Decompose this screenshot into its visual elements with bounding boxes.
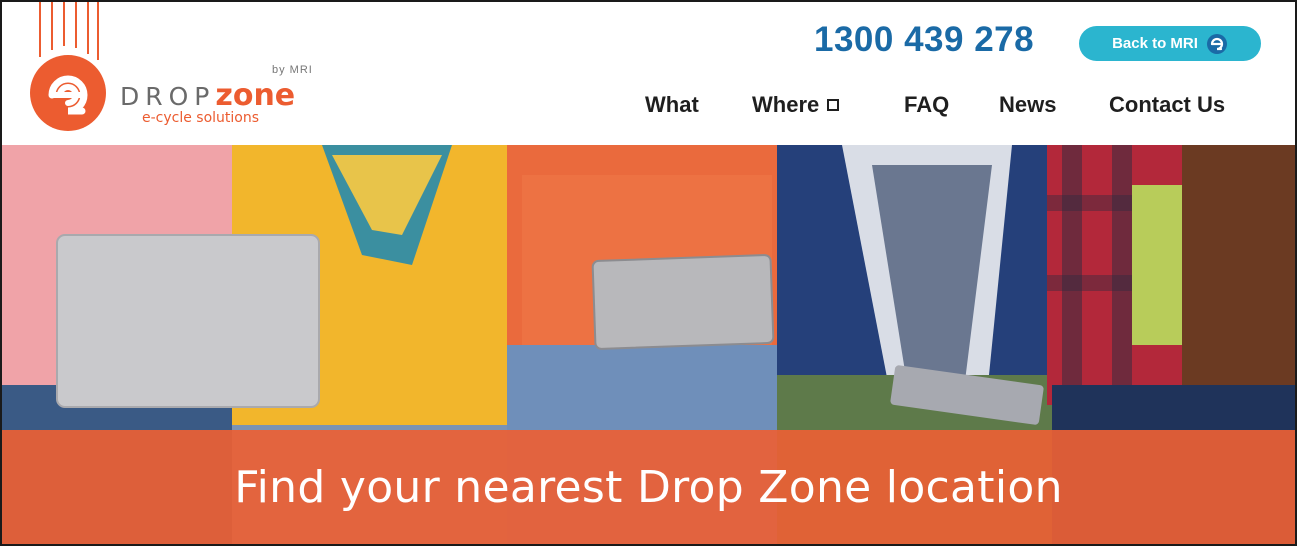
back-to-mri-button[interactable]: Back to MRI [1079,26,1261,61]
nav-item-contact-us[interactable]: Contact Us [1109,92,1225,118]
site-header: by MRI DROPzone e-cycle solutions 1300 4… [2,2,1295,145]
nav-item-label: News [999,92,1057,117]
logo-lines-icon [39,2,99,60]
logo-by-line: by MRI [272,64,313,76]
page-frame: by MRI DROPzone e-cycle solutions 1300 4… [0,0,1297,546]
nav-item-news[interactable]: News [999,92,1056,118]
dropdown-box-icon [827,99,840,111]
nav-item-label: Where [752,92,820,117]
nav-item-label: FAQ [904,92,950,117]
nav-item-label: What [645,92,699,117]
nav-item-label: Contact Us [1109,92,1226,117]
back-to-mri-label: Back to MRI [1112,35,1198,52]
main-nav: What Where FAQ News Contact Us [2,92,1295,122]
phone-number-link[interactable]: 1300 439 278 [814,20,1034,60]
hero-headline: Find your nearest Drop Zone location [234,461,1063,513]
hero-banner: Find your nearest Drop Zone location [2,430,1295,544]
dropzone-logo[interactable]: by MRI DROPzone e-cycle solutions [22,2,342,145]
nav-item-faq[interactable]: FAQ [904,92,949,118]
hero-section: Find your nearest Drop Zone location [2,145,1295,544]
nav-item-where[interactable]: Where [752,92,840,118]
nav-item-what[interactable]: What [645,92,699,118]
mri-e-icon [1206,33,1228,55]
